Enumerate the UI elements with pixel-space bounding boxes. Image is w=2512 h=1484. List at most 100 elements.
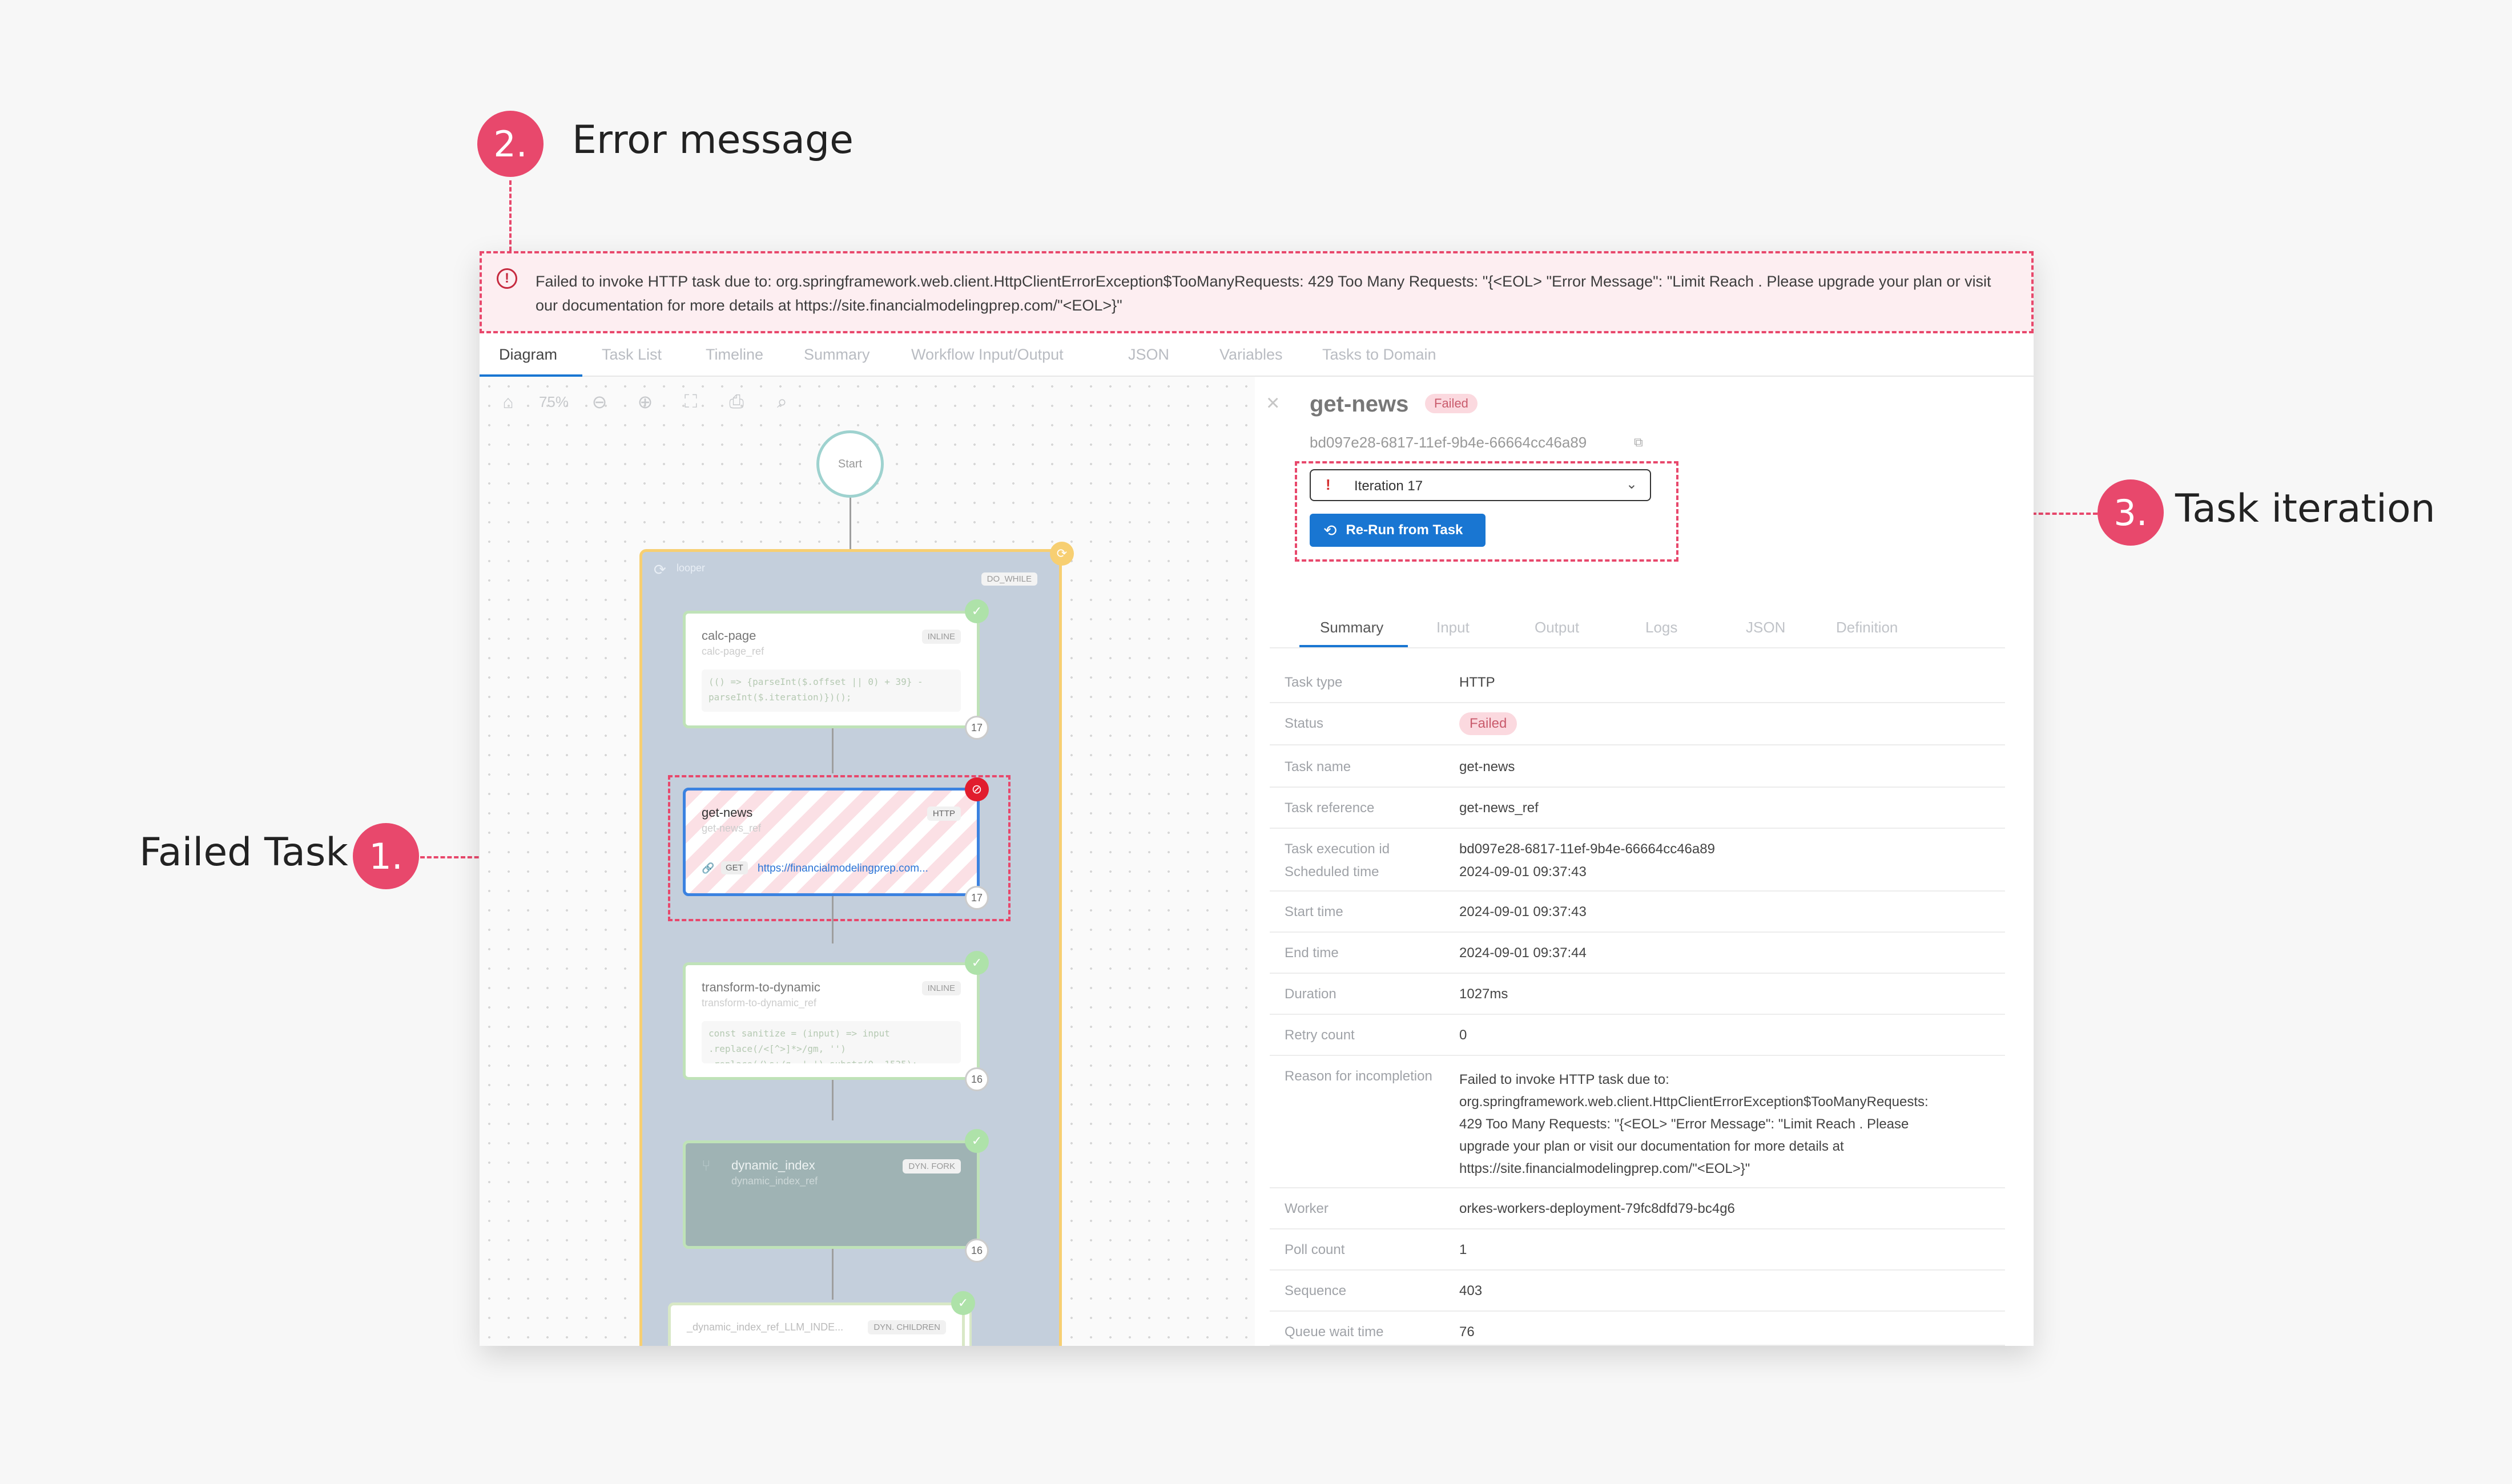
loop-type-tag: DO_WHILE: [981, 572, 1037, 586]
task-node-title: calc-page: [702, 628, 756, 643]
tab-variables[interactable]: Variables: [1219, 346, 1283, 364]
row-value: Failed to invoke HTTP task due to: org.s…: [1459, 1072, 1929, 1176]
copy-icon[interactable]: ⧉: [1634, 435, 1643, 450]
tab-json[interactable]: JSON: [1128, 346, 1169, 364]
status-pill: Failed: [1459, 712, 1517, 735]
print-icon[interactable]: ⎙: [714, 385, 759, 419]
fit-screen-icon[interactable]: ⛶: [668, 385, 714, 419]
row-value: 76: [1459, 1324, 1475, 1340]
row-value: bd097e28-6817-11ef-9b4e-66664cc46a89: [1459, 841, 1715, 857]
subtab-input[interactable]: Input: [1436, 619, 1470, 636]
zoom-out-icon[interactable]: ⊖: [577, 385, 622, 419]
start-connector: [850, 498, 851, 549]
row-poll-count: Poll count 1: [1270, 1229, 2005, 1271]
task-node-code: (() => {parseInt($.offset || 0) + 39} - …: [702, 670, 961, 712]
callout-3-badge: 3.: [2098, 479, 2164, 546]
fork-icon: ⑂: [702, 1157, 711, 1174]
task-node-ref: transform-to-dynamic_ref: [702, 997, 817, 1009]
row-task-type: Task type HTTP: [1270, 662, 2005, 703]
start-node[interactable]: Start: [816, 430, 884, 498]
error-message-highlight: [480, 251, 2034, 333]
execution-tabs: Diagram Task List Timeline Summary Workf…: [480, 332, 2034, 377]
task-type-tag: DYN. FORK: [903, 1159, 961, 1174]
tab-summary[interactable]: Summary: [804, 346, 870, 364]
row-value: get-news_ref: [1459, 800, 1539, 816]
row-duration: Duration 1027ms: [1270, 974, 2005, 1015]
row-reason-for-incompletion: Reason for incompletion Failed to invoke …: [1270, 1056, 2005, 1188]
row-end-time: End time 2024-09-01 09:37:44: [1270, 933, 2005, 974]
row-key: Poll count: [1285, 1242, 1345, 1257]
row-key: Reason for incompletion: [1285, 1068, 1432, 1084]
row-key: Queue wait time: [1285, 1324, 1384, 1340]
check-icon: ✓: [965, 951, 989, 975]
subtab-divider: [1270, 647, 2005, 648]
row-value: 2024-09-01 09:37:43: [1459, 904, 1587, 920]
task-node-transform-to-dynamic[interactable]: transform-to-dynamic transform-to-dynami…: [683, 962, 980, 1080]
tab-workflow-io[interactable]: Workflow Input/Output: [911, 346, 1064, 364]
task-node-title: dynamic_index: [731, 1158, 815, 1172]
row-value: 1027ms: [1459, 986, 1508, 1002]
tab-task-list[interactable]: Task List: [602, 346, 662, 364]
zoom-in-icon[interactable]: ⊕: [622, 385, 668, 419]
row-key: Task name: [1285, 759, 1351, 775]
callout-1-badge: 1.: [353, 823, 419, 889]
row-value: HTTP: [1459, 675, 1495, 690]
task-node-dynamic-index[interactable]: ⑂ dynamic_index dynamic_index_ref DYN. F…: [683, 1140, 980, 1249]
check-icon: ✓: [951, 1291, 975, 1315]
search-icon[interactable]: ⌕: [759, 385, 805, 419]
row-key: Task reference: [1285, 800, 1375, 816]
task-node-code: const sanitize = (input) => input .repla…: [702, 1021, 961, 1063]
iteration-count: 16: [965, 1239, 989, 1263]
row-value: get-news: [1459, 759, 1515, 775]
loop-status-icon: ⟳: [1050, 542, 1074, 566]
task-node-calc-page[interactable]: calc-page calc-page_ref INLINE (() => {p…: [683, 611, 980, 728]
subtab-definition[interactable]: Definition: [1836, 619, 1898, 636]
subtab-logs[interactable]: Logs: [1645, 619, 1677, 636]
row-sequence: Sequence 403: [1270, 1271, 2005, 1312]
close-icon[interactable]: ×: [1266, 390, 1279, 416]
row-key: Sequence: [1285, 1283, 1347, 1298]
row-value: 2024-09-01 09:37:43: [1459, 864, 1587, 880]
row-value: Failed: [1459, 712, 1517, 735]
task-type-tag: INLINE: [921, 630, 961, 644]
row-status: Status Failed: [1270, 703, 2005, 745]
tab-timeline[interactable]: Timeline: [706, 346, 763, 364]
iteration-count: 17: [965, 716, 989, 740]
row-key: Retry count: [1285, 1027, 1355, 1043]
row-key: Start time: [1285, 904, 1343, 920]
row-worker: Worker orkes-workers-deployment-79fc8dfd7…: [1270, 1188, 2005, 1229]
diagram-toolbar: ⌂ 75% ⊖ ⊕ ⛶ ⎙ ⌕: [485, 385, 822, 419]
row-value: 0: [1459, 1027, 1467, 1043]
diagram-canvas[interactable]: ⌂ 75% ⊖ ⊕ ⛶ ⎙ ⌕ Start ⟳ looper DO_WHILE …: [480, 377, 1255, 1346]
task-node-ref: calc-page_ref: [702, 646, 764, 657]
subtab-json[interactable]: JSON: [1746, 619, 1785, 636]
task-iteration-highlight: [1295, 461, 1678, 562]
check-icon: ✓: [965, 1129, 989, 1153]
summary-table: Task type HTTP Status Failed Task name get-…: [1255, 662, 2034, 1346]
row-key: Task type: [1285, 675, 1343, 690]
row-key: Scheduled time: [1285, 864, 1379, 880]
callout-2-badge: 2.: [477, 111, 544, 177]
task-node-ref: dynamic_index_ref: [731, 1175, 818, 1187]
row-value: 1: [1459, 1242, 1467, 1257]
callout-2-label: Error message: [572, 118, 854, 163]
row-retry-count: Retry count 0: [1270, 1015, 2005, 1056]
failed-task-highlight: [668, 775, 1011, 921]
loop-name: looper: [677, 562, 706, 574]
execution-id: bd097e28-6817-11ef-9b4e-66664cc46a89: [1310, 434, 1587, 451]
task-detail-panel: × get-news Failed bd097e28-6817-11ef-9b4…: [1255, 377, 2034, 1346]
tab-diagram[interactable]: Diagram: [499, 346, 557, 364]
row-value: 403: [1459, 1283, 1483, 1298]
subtab-output[interactable]: Output: [1535, 619, 1579, 636]
task-node-title: _dynamic_index_ref_LLM_INDE...: [687, 1321, 844, 1333]
task-type-tag: DYN. CHILDREN: [868, 1320, 946, 1334]
tab-tasks-to-domain[interactable]: Tasks to Domain: [1322, 346, 1436, 364]
zoom-level: 75%: [538, 393, 569, 410]
check-icon: ✓: [965, 599, 989, 623]
home-icon[interactable]: ⌂: [485, 385, 531, 419]
loop-icon: ⟳: [654, 561, 666, 578]
subtab-summary[interactable]: Summary: [1320, 619, 1383, 636]
task-node-dynamic-children[interactable]: _dynamic_index_ref_LLM_INDE... DYN. CHIL…: [668, 1302, 965, 1346]
task-type-tag: INLINE: [921, 981, 961, 995]
row-key: Status: [1285, 716, 1324, 731]
